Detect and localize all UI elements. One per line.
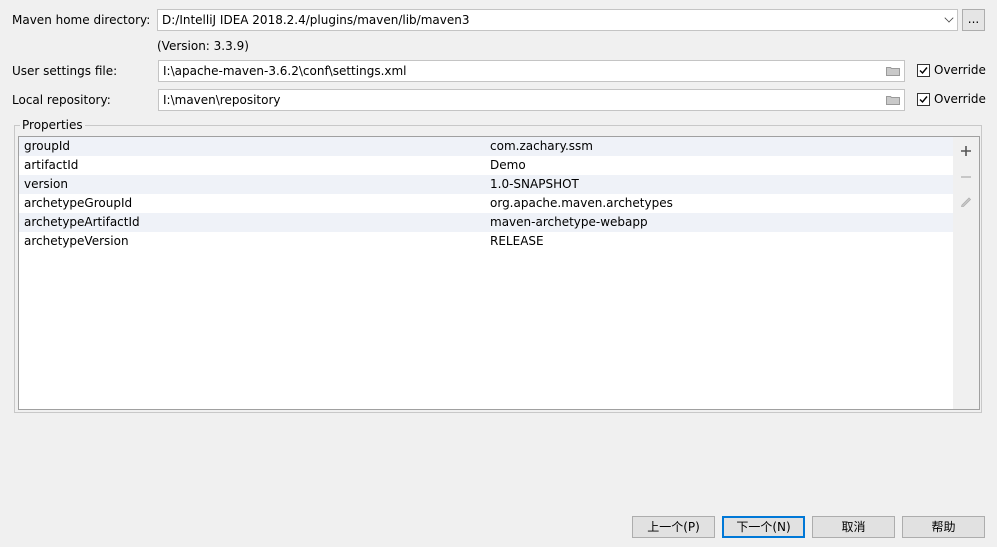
- maven-home-value: D:/IntelliJ IDEA 2018.2.4/plugins/maven/…: [162, 13, 470, 27]
- user-settings-field[interactable]: I:\apache-maven-3.6.2\conf\settings.xml: [158, 60, 905, 82]
- next-button[interactable]: 下一个(N): [722, 516, 805, 538]
- local-repo-override-checkbox[interactable]: [917, 93, 930, 106]
- property-value: com.zachary.ssm: [490, 139, 593, 153]
- table-row[interactable]: archetypeVersion RELEASE: [19, 232, 953, 251]
- user-settings-override-checkbox[interactable]: [917, 64, 930, 77]
- property-key: archetypeArtifactId: [24, 215, 140, 229]
- user-settings-override-label: Override: [934, 63, 986, 77]
- property-key: archetypeVersion: [24, 234, 129, 248]
- property-key: version: [24, 177, 68, 191]
- property-key: artifactId: [24, 158, 79, 172]
- property-value: RELEASE: [490, 234, 544, 248]
- table-row[interactable]: archetypeGroupId org.apache.maven.archet…: [19, 194, 953, 213]
- table-row[interactable]: archetypeArtifactId maven-archetype-weba…: [19, 213, 953, 232]
- user-settings-value: I:\apache-maven-3.6.2\conf\settings.xml: [163, 64, 407, 78]
- user-settings-label: User settings file:: [12, 64, 118, 78]
- table-row[interactable]: groupId com.zachary.ssm: [19, 137, 953, 156]
- maven-home-label: Maven home directory:: [12, 13, 151, 27]
- help-button[interactable]: 帮助: [902, 516, 985, 538]
- property-key: archetypeGroupId: [24, 196, 133, 210]
- maven-version-text: (Version: 3.3.9): [157, 39, 249, 53]
- chevron-down-icon[interactable]: [944, 13, 954, 23]
- edit-icon[interactable]: [960, 195, 972, 207]
- property-value: maven-archetype-webapp: [490, 215, 648, 229]
- local-repo-label: Local repository:: [12, 93, 111, 107]
- folder-icon[interactable]: [886, 95, 900, 105]
- previous-button[interactable]: 上一个(P): [632, 516, 715, 538]
- folder-icon[interactable]: [886, 66, 900, 76]
- table-row[interactable]: artifactId Demo: [19, 156, 953, 175]
- property-key: groupId: [24, 139, 71, 153]
- maven-home-combobox[interactable]: D:/IntelliJ IDEA 2018.2.4/plugins/maven/…: [157, 9, 958, 31]
- local-repo-override-label: Override: [934, 92, 986, 106]
- checkmark-icon: [919, 67, 928, 75]
- property-value: org.apache.maven.archetypes: [490, 196, 673, 210]
- properties-title: Properties: [20, 118, 85, 132]
- browse-maven-home-button[interactable]: ...: [962, 9, 985, 31]
- property-value: 1.0-SNAPSHOT: [490, 177, 579, 191]
- table-row[interactable]: version 1.0-SNAPSHOT: [19, 175, 953, 194]
- properties-toolbar: [953, 136, 980, 410]
- property-value: Demo: [490, 158, 526, 172]
- plus-icon[interactable]: [960, 145, 972, 157]
- local-repo-field[interactable]: I:\maven\repository: [158, 89, 905, 111]
- checkmark-icon: [919, 96, 928, 104]
- properties-table[interactable]: groupId com.zachary.ssm artifactId Demo …: [18, 136, 954, 410]
- minus-icon[interactable]: [960, 171, 972, 183]
- cancel-button[interactable]: 取消: [812, 516, 895, 538]
- local-repo-value: I:\maven\repository: [163, 93, 281, 107]
